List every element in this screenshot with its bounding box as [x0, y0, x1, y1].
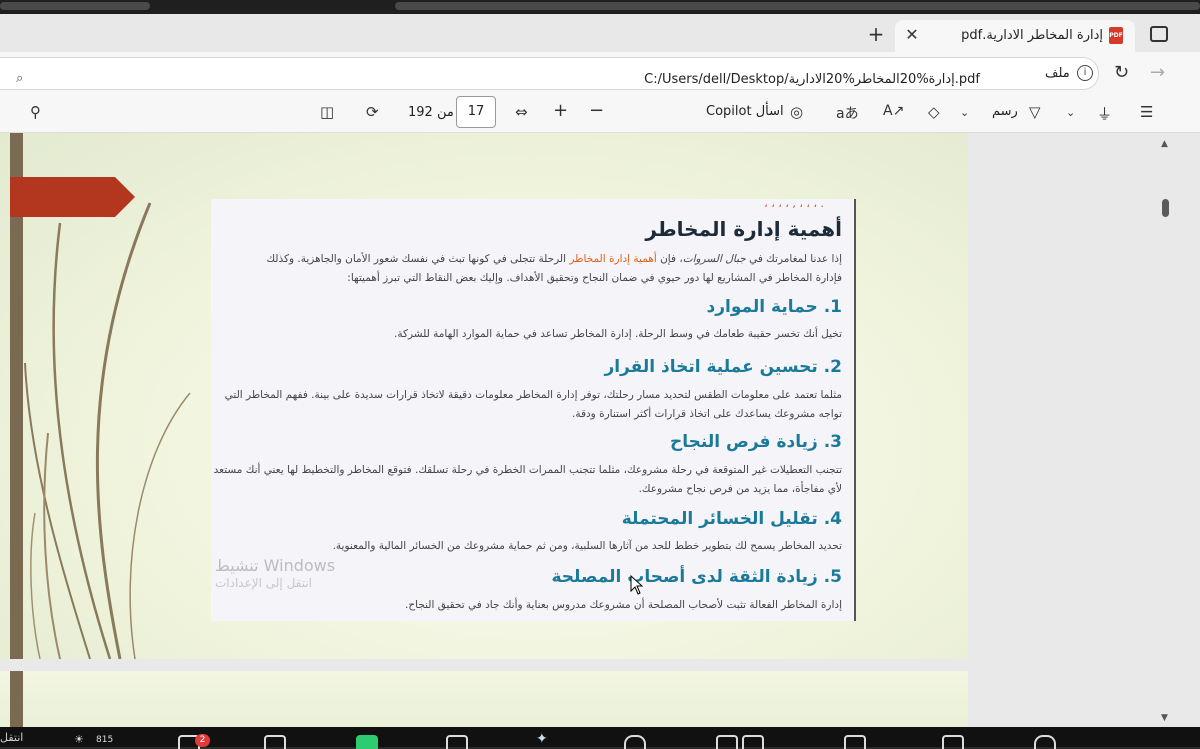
tab-title: إدارة المخاطر الادارية.pdf	[961, 28, 1103, 43]
translate-icon[interactable]: aあ	[836, 103, 859, 123]
section-heading: 4. تقليل الخسائر المحتملة	[621, 509, 842, 529]
zoom-in-icon[interactable]: +	[553, 100, 568, 121]
scroll-down-icon[interactable]: ▼	[1161, 713, 1168, 723]
weather-icon[interactable]: ☀	[74, 733, 84, 746]
section-text: تخيل أنك تخسر حقيبة طعامك في وسط الرحلة.…	[394, 328, 842, 340]
read-aloud-icon[interactable]: A↗	[883, 103, 904, 119]
info-icon[interactable]: i	[1077, 65, 1093, 81]
intro-text: الرحلة تتجلى في كونها تبث في نفسك شعور ا…	[266, 253, 570, 265]
eraser-icon[interactable]: ◇	[928, 103, 940, 121]
fit-width-icon[interactable]: ⇔	[515, 103, 528, 121]
intro-emphasis: جبال السروات	[682, 253, 746, 265]
intro-paragraph: إذا عدنا لمغامرتك في جبال السروات، فإن أ…	[211, 250, 842, 288]
address-url[interactable]: C:/Users/dell/Desktop/إدارة%20المخاطر%20…	[644, 72, 980, 87]
page-number-input[interactable]: 17	[456, 96, 496, 128]
pdf-toolbar: ⚲ ◫ ⟳ من 192 17 ⇔ + − اسأل Copilot ◎ aあ …	[0, 94, 1200, 133]
section-text: تتجنب التعطيلات غير المتوقعة في رحلة مشر…	[213, 464, 842, 495]
activation-watermark: تنشيط Windows	[215, 556, 336, 575]
section-heading: 1. حماية الموارد	[706, 297, 842, 317]
pdf-file-icon: PDF	[1109, 27, 1123, 44]
section-heading: 2. تحسين عملية اتخاذ القرار	[604, 357, 842, 377]
strip-segment	[395, 2, 1200, 10]
address-bar[interactable]: ⌕ C:/Users/dell/Desktop/إدارة%20المخاطر%…	[0, 57, 1099, 90]
taskbar-side-text: انتقل	[0, 731, 24, 744]
pdf-viewer[interactable]: . ، ، ، , ، ، ، ، أهمية إدارة المخاطر إذ…	[0, 133, 1200, 727]
chevron-down-icon[interactable]: ⌄	[1066, 106, 1075, 119]
highlight-icon[interactable]: ⏚	[1097, 103, 1112, 124]
section-heading: 5. زيادة الثقة لدى أصحاب المصلحة	[551, 567, 842, 587]
intro-text: إذا عدنا لمغامرتك في	[745, 253, 842, 265]
forward-icon[interactable]: →	[1150, 62, 1165, 83]
taskbar: انتقل ☀ 815 2 ✦	[0, 727, 1200, 749]
section-heading: 3. زيادة فرص النجاح	[670, 432, 842, 452]
search-icon[interactable]: ⚲	[30, 103, 41, 121]
copilot-icon[interactable]: ◎	[790, 103, 803, 121]
pdf-page: . ، ، ، , ، ، ، ، أهمية إدارة المخاطر إذ…	[0, 133, 968, 659]
slide-title: أهمية إدارة المخاطر	[645, 217, 842, 241]
window-top-strip	[0, 0, 1200, 14]
zoom-out-icon[interactable]: −	[589, 100, 604, 121]
activation-watermark-sub: انتقل إلى الإعدادات	[215, 576, 313, 590]
intro-highlight: أهمية إدارة المخاطر	[569, 253, 657, 265]
scroll-up-icon[interactable]: ▲	[1161, 139, 1168, 149]
intro-text: فإدارة المخاطر في المشاريع لها دور حيوي …	[347, 272, 842, 284]
new-tab-button[interactable]: +	[866, 22, 886, 46]
decorative-bar	[10, 671, 23, 727]
section-text: مثلما تعتمد على معلومات الطقس لتحديد مسا…	[224, 389, 842, 420]
mouse-cursor-icon	[630, 575, 644, 595]
copilot-button[interactable]: اسأل Copilot	[706, 104, 784, 119]
address-file-label: ملف	[1045, 66, 1070, 81]
scrollbar[interactable]: ▲ ▼	[1158, 133, 1172, 727]
window-icon[interactable]	[1150, 26, 1168, 42]
pdf-page-next	[0, 671, 968, 727]
reload-icon[interactable]: ↻	[1114, 62, 1129, 83]
address-row: ⌕ C:/Users/dell/Desktop/إدارة%20المخاطر%…	[0, 52, 1200, 94]
contents-icon[interactable]: ☰	[1140, 103, 1153, 121]
section-text: تحديد المخاطر يسمح لك بتطوير خطط للحد من…	[332, 540, 842, 552]
intro-text: ، فإن	[656, 253, 683, 265]
copilot-icon[interactable]: ✦	[536, 731, 548, 747]
decorative-grass	[24, 202, 191, 659]
close-icon[interactable]: ✕	[903, 25, 921, 44]
browser-tab[interactable]: ✕ إدارة المخاطر الادارية.pdf PDF	[895, 20, 1135, 52]
section-text: إدارة المخاطر الفعالة تثبت لأصحاب المصلح…	[405, 599, 842, 611]
clipped-text-fragment: . ، ، ، , ، ، ، ،	[764, 199, 824, 210]
notification-badge: 2	[195, 734, 210, 747]
scroll-thumb[interactable]	[1162, 199, 1169, 217]
chevron-down-icon[interactable]: ⌄	[960, 106, 969, 119]
search-icon[interactable]: ⌕	[16, 71, 23, 86]
taskbar-count: 815	[96, 735, 114, 745]
strip-segment	[0, 2, 150, 10]
page-count-label: من 192	[408, 105, 454, 120]
tab-bar: + ✕ إدارة المخاطر الادارية.pdf PDF	[0, 14, 1200, 52]
draw-label[interactable]: رسم	[992, 104, 1018, 119]
draw-icon[interactable]: ▽	[1029, 103, 1041, 121]
two-page-icon[interactable]: ◫	[320, 103, 334, 121]
rotate-icon[interactable]: ⟳	[366, 103, 379, 121]
